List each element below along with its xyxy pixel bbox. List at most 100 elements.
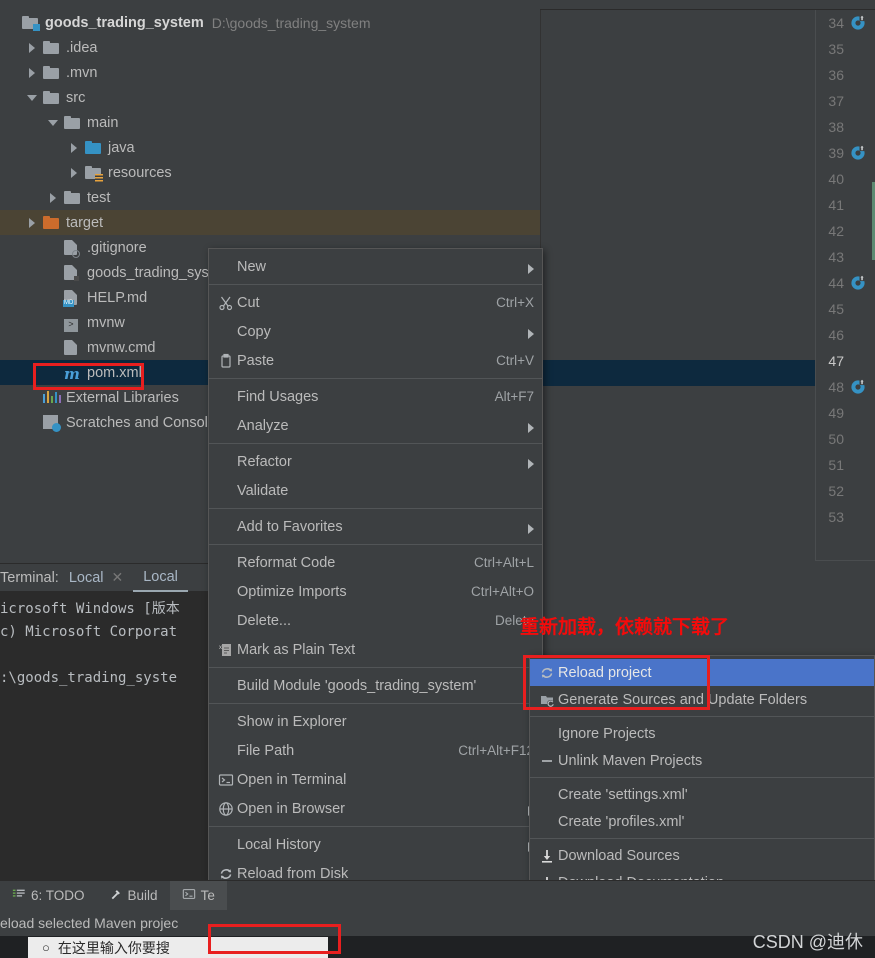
terminal-tab-local-1[interactable]: Local ✕ xyxy=(59,564,133,592)
chevron-right-icon[interactable] xyxy=(27,67,39,79)
menu-item-open-in-browser[interactable]: Open in Browser xyxy=(209,794,542,823)
gutter-line-52[interactable]: 52 xyxy=(816,478,875,504)
tool-window-button-label: Build xyxy=(127,888,158,903)
taskbar-search-placeholder: 在这里输入你要搜 xyxy=(57,939,170,956)
chevron-right-icon[interactable] xyxy=(27,217,39,229)
menu-item-add-to-favorites[interactable]: Add to Favorites xyxy=(209,512,542,541)
menu-item-label: Unlink Maven Projects xyxy=(558,752,703,769)
globe-icon xyxy=(215,801,237,817)
tree-node-resources[interactable]: resources xyxy=(0,160,540,185)
menu-item-mark-as-plain-text[interactable]: x Mark as Plain Text xyxy=(209,635,542,664)
menu-item-reformat-code[interactable]: Reformat Code Ctrl+Alt+L xyxy=(209,548,542,577)
tree-node-java[interactable]: java xyxy=(0,135,540,160)
menu-item-validate[interactable]: Validate xyxy=(209,476,542,505)
chevron-right-icon[interactable] xyxy=(69,142,81,154)
gutter-line-42[interactable]: 42 xyxy=(816,218,875,244)
menu-item-find-usages[interactable]: Find Usages Alt+F7 xyxy=(209,382,542,411)
menu-item-delete[interactable]: Delete... Delete xyxy=(209,606,542,635)
tree-node-label: .idea xyxy=(66,39,98,56)
menu-item-new[interactable]: New xyxy=(209,252,542,281)
chevron-down-icon[interactable] xyxy=(27,92,39,104)
menu-item-show-in-explorer[interactable]: Show in Explorer xyxy=(209,707,542,736)
gutter-line-44[interactable]: 44 xyxy=(816,270,875,296)
line-number: 50 xyxy=(828,431,844,447)
tree-node-test[interactable]: test xyxy=(0,185,540,210)
menu-item-optimize-imports[interactable]: Optimize Imports Ctrl+Alt+O xyxy=(209,577,542,606)
gutter-line-47[interactable]: 47 xyxy=(816,348,875,374)
gutter-line-35[interactable]: 35 xyxy=(816,36,875,62)
menu-item-refactor[interactable]: Refactor xyxy=(209,447,542,476)
menu-item-label: Open in Browser xyxy=(237,800,345,817)
tree-node--idea[interactable]: .idea xyxy=(0,35,540,60)
menu-item-file-path[interactable]: File Path Ctrl+Alt+F12 xyxy=(209,736,542,765)
menu-item-label: Validate xyxy=(237,482,289,499)
menu-item-reload-project[interactable]: Reload project xyxy=(530,659,874,686)
menu-item-local-history[interactable]: Local History xyxy=(209,830,542,859)
folder-icon xyxy=(64,115,82,131)
gutter-line-51[interactable]: 51 xyxy=(816,452,875,478)
tool-window-button-6-todo[interactable]: 6: TODO xyxy=(0,881,97,911)
maven-download-icon[interactable] xyxy=(850,379,866,395)
chevron-right-icon[interactable] xyxy=(27,42,39,54)
tree-node-main[interactable]: main xyxy=(0,110,540,135)
maven-download-icon[interactable] xyxy=(850,145,866,161)
menu-item-copy[interactable]: Copy xyxy=(209,317,542,346)
editor-pane[interactable] xyxy=(540,10,815,576)
menu-item-download-sources[interactable]: Download Sources xyxy=(530,842,874,869)
maven-download-icon[interactable] xyxy=(850,15,866,31)
tool-window-button-te[interactable]: Te xyxy=(169,880,227,911)
line-number: 47 xyxy=(828,353,844,369)
terminal-tab-local-2[interactable]: Local xyxy=(133,564,188,592)
chevron-right-icon[interactable] xyxy=(48,192,60,204)
taskbar-search-box[interactable]: ○ 在这里输入你要搜 xyxy=(28,937,328,958)
gutter-line-48[interactable]: 48 xyxy=(816,374,875,400)
markdown-file-icon: MD xyxy=(63,289,82,307)
tool-window-bar[interactable]: 6: TODO Build Te xyxy=(0,880,875,911)
tree-node--mvn[interactable]: .mvn xyxy=(0,60,540,85)
tree-node-src[interactable]: src xyxy=(0,85,540,110)
gutter-line-38[interactable]: 38 xyxy=(816,114,875,140)
chevron-right-icon[interactable] xyxy=(69,167,81,179)
menu-item-label: Paste xyxy=(237,352,275,369)
taskbar-left-edge xyxy=(0,936,28,958)
libraries-icon xyxy=(43,390,62,406)
gutter-line-39[interactable]: 39 xyxy=(816,140,875,166)
tree-node-target[interactable]: target xyxy=(0,210,540,235)
tool-window-button-build[interactable]: Build xyxy=(97,881,170,911)
idea-window: 34 35 36 37 38 39 40 41 42 43 44 45 46 47 48 49 50 51 52 53… xyxy=(0,0,875,958)
chevron-down-icon[interactable] xyxy=(48,117,60,129)
gutter-line-40[interactable]: 40 xyxy=(816,166,875,192)
menu-item-open-in-terminal[interactable]: Open in Terminal xyxy=(209,765,542,794)
menu-item-build-module-goods-trading-system[interactable]: Build Module 'goods_trading_system' xyxy=(209,671,542,700)
editor-gutter[interactable]: 34 35 36 37 38 39 40 41 42 43 44 45 46 47 48 49 50 51 52 53 xyxy=(815,10,875,560)
menu-separator xyxy=(209,667,542,668)
tool-window-button-label: 6: TODO xyxy=(31,888,85,903)
gutter-line-34[interactable]: 34 xyxy=(816,10,875,36)
menu-item-create-profiles-xml[interactable]: Create 'profiles.xml' xyxy=(530,808,874,835)
gutter-line-37[interactable]: 37 xyxy=(816,88,875,114)
menu-item-ignore-projects[interactable]: Ignore Projects xyxy=(530,720,874,747)
gutter-line-41[interactable]: 41 xyxy=(816,192,875,218)
gutter-line-43[interactable]: 43 xyxy=(816,244,875,270)
menu-item-unlink-maven-projects[interactable]: Unlink Maven Projects xyxy=(530,747,874,774)
menu-item-generate-sources-and-update-folders[interactable]: Generate Sources and Update Folders xyxy=(530,686,874,713)
gutter-line-46[interactable]: 46 xyxy=(816,322,875,348)
menu-item-create-settings-xml[interactable]: Create 'settings.xml' xyxy=(530,781,874,808)
maven-download-icon[interactable] xyxy=(850,275,866,291)
close-icon[interactable]: ✕ xyxy=(112,569,124,586)
menu-item-cut[interactable]: Cut Ctrl+X xyxy=(209,288,542,317)
menu-item-analyze[interactable]: Analyze xyxy=(209,411,542,440)
gutter-line-49[interactable]: 49 xyxy=(816,400,875,426)
gutter-line-50[interactable]: 50 xyxy=(816,426,875,452)
gutter-line-36[interactable]: 36 xyxy=(816,62,875,88)
menu-item-paste[interactable]: Paste Ctrl+V xyxy=(209,346,542,375)
file-context-menu[interactable]: New Cut Ctrl+X Copy Paste Ctrl+V Find Usages Al… xyxy=(208,248,543,958)
gutter-line-53[interactable]: 53 xyxy=(816,504,875,530)
gutter-line-45[interactable]: 45 xyxy=(816,296,875,322)
menu-item-label: Optimize Imports xyxy=(237,583,347,600)
project-root-node[interactable]: goods_trading_system D:\goods_trading_sy… xyxy=(0,10,540,35)
scratches-icon xyxy=(43,414,61,432)
